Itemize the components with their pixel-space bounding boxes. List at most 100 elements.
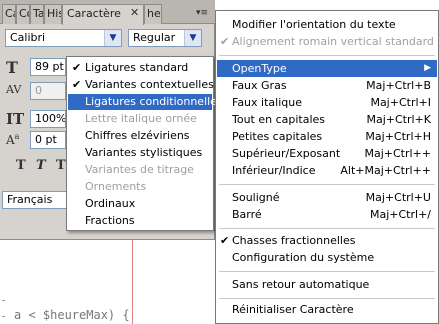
language-value: Français: [7, 193, 53, 206]
menu-item-faux-italique[interactable]: Faux italique Maj+Ctrl+I: [217, 94, 437, 111]
menu-item-ordinaux[interactable]: Ordinaux: [68, 196, 212, 212]
menu-item-label: Petites capitales: [232, 130, 323, 143]
tab-ta[interactable]: Ta: [30, 4, 44, 24]
menu-item-shortcut: Maj+Ctrl++: [364, 147, 431, 160]
menu-item-petites-capitales[interactable]: Petites capitales Maj+Ctrl+H: [217, 128, 437, 145]
menu-item-label: Configuration du système: [232, 251, 375, 264]
font-family-value: Calibri: [10, 31, 46, 44]
menu-item-label: Supérieur/Exposant: [232, 147, 341, 160]
menu-item-label: OpenType: [232, 62, 287, 75]
check-icon: ✔: [220, 35, 230, 48]
vertical-scale-icon: IT: [6, 110, 25, 128]
kerning-icon: AV: [6, 83, 22, 96]
vertical-scale-value: 100%: [35, 112, 66, 125]
menu-item-label: Chiffres elzéviriens: [85, 129, 190, 142]
editor-gutter-mark: [2, 316, 5, 317]
menu-item-variantes-de-titrage: Variantes de titrage: [68, 162, 212, 178]
menu-item-variantes-contextuelles[interactable]: ✔ Variantes contextuelles: [68, 77, 214, 93]
font-family-select[interactable]: Calibri ▼: [5, 29, 122, 47]
font-size-field[interactable]: 89 pt: [30, 58, 66, 76]
menu-item-sans-retour[interactable]: Sans retour automatique: [217, 276, 437, 293]
tab-his[interactable]: His: [44, 4, 62, 24]
menu-item-barre[interactable]: Barré Maj+Ctrl+/: [217, 206, 437, 223]
baseline-shift-value: 0 pt: [35, 133, 57, 146]
menu-item-shortcut: Maj+Ctrl+/: [370, 208, 431, 221]
character-panel-menu: Modifier l'orientation du texte ✔ Aligne…: [215, 10, 439, 324]
kerning-field[interactable]: 0: [30, 82, 66, 100]
panel-tab-bar: Ca Co Ta His Caractère ✕ he ▾≡: [0, 0, 215, 25]
all-caps-icon[interactable]: T: [56, 158, 66, 173]
menu-item-label: Variantes de titrage: [85, 163, 194, 176]
menu-item-alignement-romain: ✔ Alignement romain vertical standard: [217, 33, 437, 50]
font-size-icon: T: [6, 58, 18, 77]
vertical-scale-field[interactable]: 100%: [30, 110, 66, 128]
chevron-down-icon[interactable]: ▼: [104, 30, 121, 46]
check-icon: ✔: [72, 78, 82, 91]
font-style-value: Regular: [133, 31, 176, 44]
menu-item-label: Chasses fractionnelles: [232, 234, 356, 247]
tab-ca[interactable]: Ca: [2, 4, 16, 24]
menu-item-label: Inférieur/Indice: [232, 164, 316, 177]
opentype-submenu: ✔ Ligatures standard ✔ Variantes context…: [66, 56, 223, 231]
menu-item-shortcut: Maj+Ctrl+I: [370, 96, 431, 109]
menu-item-ligatures-conditionnelles[interactable]: Ligatures conditionnelles: [68, 94, 223, 110]
menu-item-label: Faux italique: [232, 96, 302, 109]
menu-separator: [219, 184, 435, 185]
menu-separator: [219, 55, 435, 56]
menu-item-label: Variantes contextuelles: [85, 78, 214, 91]
menu-item-shortcut: Alt+Maj+Ctrl++: [340, 164, 431, 177]
submenu-arrow-icon: ▶: [424, 63, 431, 73]
faux-bold-icon[interactable]: T: [16, 158, 26, 173]
editor-margin-line: [132, 240, 133, 324]
menu-item-superieur[interactable]: Supérieur/Exposant Maj+Ctrl++: [217, 145, 437, 162]
menu-item-shortcut: Maj+Ctrl+B: [366, 79, 431, 92]
menu-item-opentype[interactable]: OpenType ▶: [217, 60, 437, 77]
code-line: a < $heureMax) {: [14, 308, 130, 322]
menu-item-fractions[interactable]: Fractions: [68, 213, 212, 229]
menu-item-label: Ligatures standard: [85, 61, 189, 74]
menu-item-label: Lettre italique ornée: [85, 112, 197, 125]
menu-item-chiffres-elzeviriens[interactable]: Chiffres elzéviriens: [68, 128, 212, 144]
menu-separator: [219, 228, 435, 229]
chevron-down-icon[interactable]: ▼: [184, 30, 201, 46]
menu-item-ornements: Ornements: [68, 179, 212, 195]
menu-item-label: Réinitialiser Caractère: [232, 303, 354, 316]
check-icon: ✔: [72, 61, 82, 74]
menu-item-configuration-systeme[interactable]: Configuration du système: [217, 249, 437, 266]
menu-item-chasses-fractionnelles[interactable]: ✔ Chasses fractionnelles: [217, 232, 437, 249]
tab-co[interactable]: Co: [16, 4, 30, 24]
kerning-value: 0: [35, 84, 42, 97]
menu-item-label: Ligatures conditionnelles: [85, 95, 223, 108]
menu-item-label: Modifier l'orientation du texte: [232, 18, 396, 31]
menu-item-shortcut: Maj+Ctrl+H: [365, 130, 431, 143]
font-size-value: 89 pt: [35, 60, 64, 73]
close-icon[interactable]: ✕: [130, 6, 139, 19]
faux-italic-icon[interactable]: T: [36, 158, 46, 173]
menu-item-ligatures-standard[interactable]: ✔ Ligatures standard: [68, 60, 212, 76]
menu-item-label: Tout en capitales: [232, 113, 326, 126]
menu-item-label: Ordinaux: [85, 197, 136, 210]
menu-item-shortcut: Maj+Ctrl+U: [365, 191, 431, 204]
menu-item-modifier-orientation[interactable]: Modifier l'orientation du texte: [217, 16, 437, 33]
editor-gutter-mark: [2, 300, 5, 301]
menu-item-souligne[interactable]: Souligné Maj+Ctrl+U: [217, 189, 437, 206]
menu-item-reinitialiser[interactable]: Réinitialiser Caractère: [217, 301, 437, 318]
panel-menu-icon[interactable]: ▾≡: [194, 6, 210, 20]
menu-item-variantes-stylistiques[interactable]: Variantes stylistiques: [68, 145, 212, 161]
baseline-shift-icon: Aa: [6, 132, 20, 147]
menu-item-label: Sans retour automatique: [232, 278, 370, 291]
menu-item-label: Alignement romain vertical standard: [232, 35, 434, 48]
baseline-shift-field[interactable]: 0 pt: [30, 131, 66, 149]
check-icon: ✔: [220, 234, 230, 247]
menu-item-label: Barré: [232, 208, 262, 221]
menu-separator: [219, 271, 435, 272]
menu-item-label: Ornements: [85, 180, 147, 193]
menu-item-inferieur[interactable]: Inférieur/Indice Alt+Maj+Ctrl++: [217, 162, 437, 179]
menu-item-label: Variantes stylistiques: [85, 146, 203, 159]
font-style-select[interactable]: Regular ▼: [128, 29, 202, 47]
menu-item-lettre-italique-ornee: Lettre italique ornée: [68, 111, 212, 127]
menu-item-tout-capitales[interactable]: Tout en capitales Maj+Ctrl+K: [217, 111, 437, 128]
menu-item-faux-gras[interactable]: Faux Gras Maj+Ctrl+B: [217, 77, 437, 94]
tab-he[interactable]: he: [144, 4, 162, 24]
menu-item-label: Faux Gras: [232, 79, 287, 92]
